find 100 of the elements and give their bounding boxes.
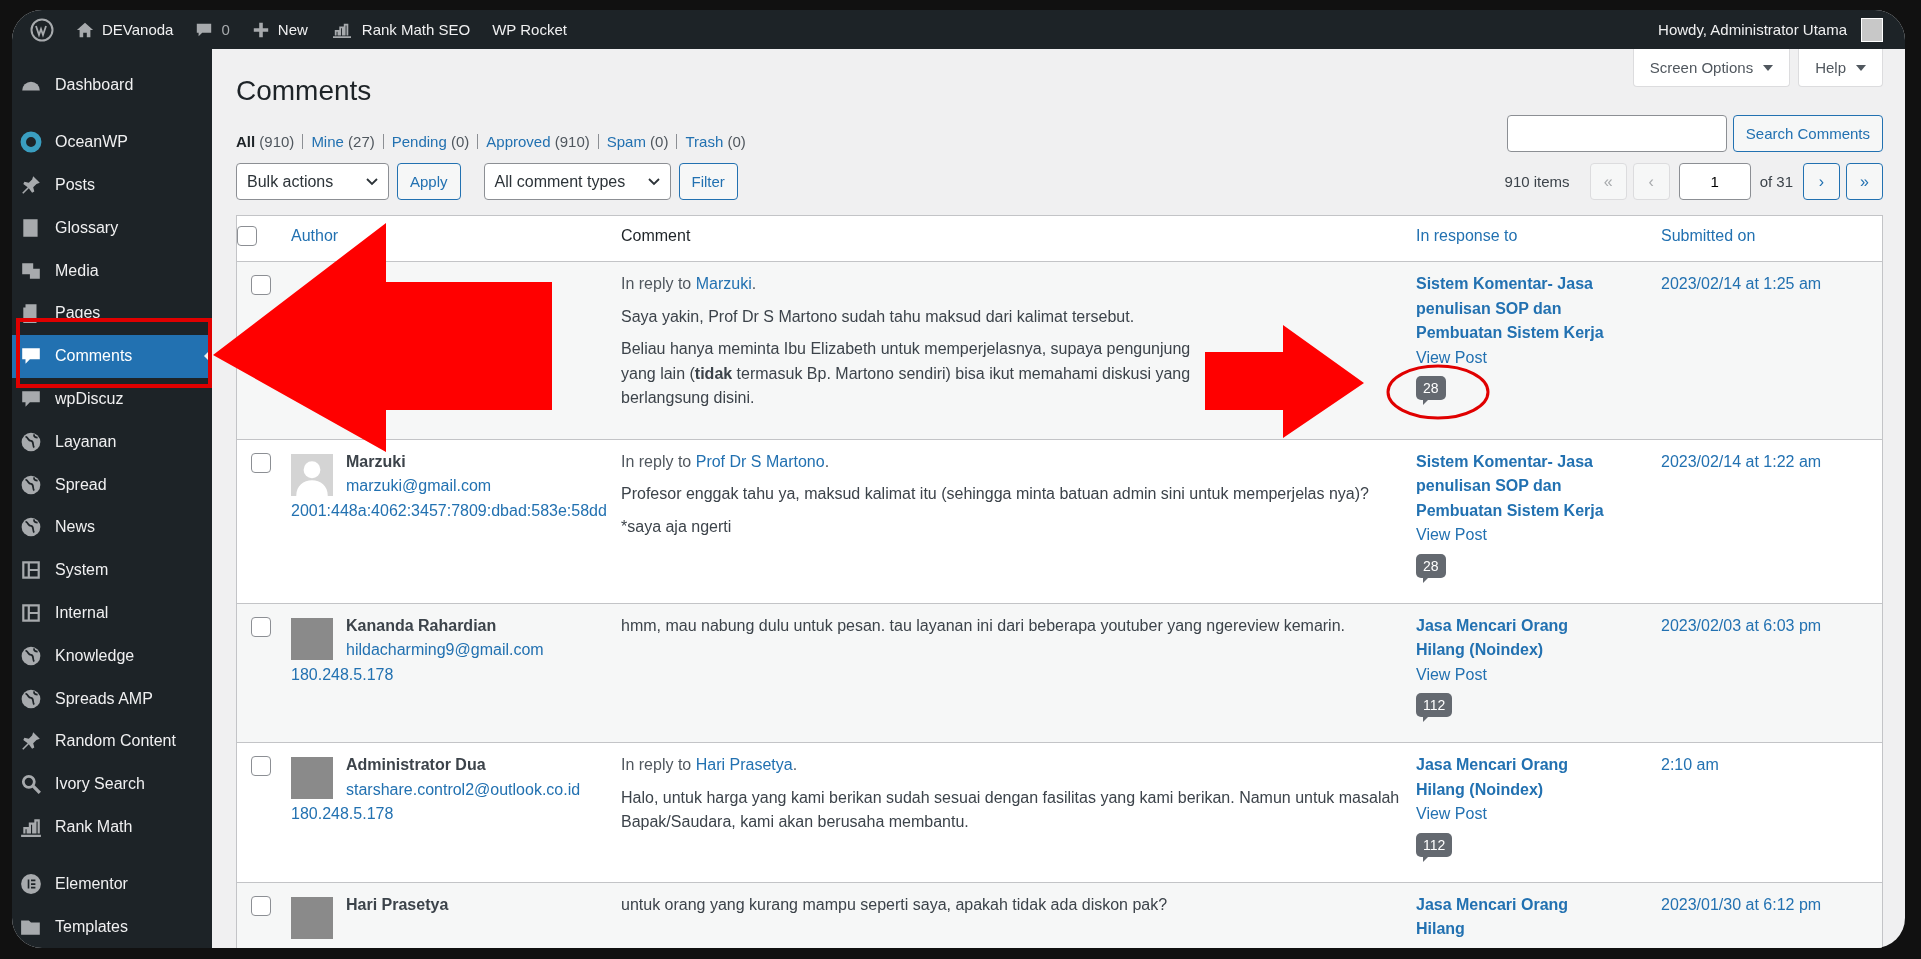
sidebar-menu-item[interactable]: Internal xyxy=(12,591,212,635)
comment-text: Beliau hanya meminta Ibu Elizabeth untuk memperjelasnya, supaya pengunjung yang lain (tidak termasuk Bp. Martono sendiri) bisa ikut memahami diskusi yang berlangsung disini. xyxy=(621,339,1192,408)
comments-count-link[interactable]: 0 xyxy=(195,20,230,39)
column-header[interactable]: Author xyxy=(291,227,339,244)
search-comments-button[interactable]: Search Comments xyxy=(1732,115,1883,152)
author-name: Hari Prasetya xyxy=(346,894,450,915)
author-ip-link[interactable]: 180.248.5.178 xyxy=(291,662,613,687)
view-post-link[interactable]: View Post xyxy=(1416,662,1613,687)
avatar-photo-placeholder xyxy=(291,757,333,799)
status-filter-link[interactable]: Trash (0) xyxy=(685,133,746,150)
avatar-photo-placeholder xyxy=(291,896,333,939)
sidebar-menu-item[interactable]: OceanWP xyxy=(12,120,212,164)
comment-types-dropdown[interactable]: All comment types xyxy=(483,163,671,200)
post-title-link[interactable]: Sistem Komentar- Jasa penulisan SOP dan Pembuatan Sistem Kerja xyxy=(1416,272,1613,346)
ring-icon xyxy=(20,131,42,154)
author-email-link[interactable]: hildacharming9@gmail.com xyxy=(346,638,613,663)
row-checkbox[interactable] xyxy=(251,756,271,776)
globe-icon xyxy=(20,687,42,710)
sidebar-menu-item[interactable]: Random Content xyxy=(12,719,212,763)
view-post-link[interactable]: View Post xyxy=(1416,345,1613,370)
row-checkbox[interactable] xyxy=(251,275,271,295)
reply-author-link[interactable]: Hari Prasetya xyxy=(695,756,793,773)
screen-meta-tab[interactable]: Help xyxy=(1798,49,1883,87)
view-post-link[interactable]: View Post xyxy=(1416,523,1613,548)
status-filter-link[interactable]: Mine (27) xyxy=(311,133,375,150)
column-header: Comment xyxy=(621,227,691,244)
sidebar-menu-item[interactable]: System xyxy=(12,548,212,592)
sidebar-menu-item[interactable]: Spread xyxy=(12,463,212,506)
reply-author-link[interactable]: Prof Dr S Martono xyxy=(695,452,825,470)
sidebar-menu-item[interactable]: Media xyxy=(12,249,212,292)
home-icon xyxy=(76,20,94,39)
account-menu[interactable]: Howdy, Administrator Utama xyxy=(1658,17,1883,42)
sidebar-menu-item[interactable]: Rank Math xyxy=(12,805,212,849)
post-title-link[interactable]: Jasa Mencari Orang Hilang (Noindex) xyxy=(1416,613,1613,663)
column-header[interactable]: In response to xyxy=(1416,227,1518,244)
row-checkbox[interactable] xyxy=(251,616,271,637)
wordpress-logo-icon[interactable] xyxy=(30,17,54,42)
submitted-date-link[interactable]: 2023/02/03 at 6:03 pm xyxy=(1661,616,1822,634)
filter-button[interactable]: Filter xyxy=(678,163,738,200)
globe-icon xyxy=(20,473,42,496)
submitted-date-link[interactable]: 2023/02/14 at 1:25 am xyxy=(1661,275,1822,292)
sidebar-menu-item[interactable]: Posts xyxy=(12,163,212,207)
comment-text: Saya yakin, Prof Dr S Martono sudah tahu maksud dari kalimat tersebut. xyxy=(621,306,1136,327)
sidebar-menu-item[interactable]: Glossary xyxy=(12,206,212,250)
globe-icon xyxy=(20,516,42,539)
sidebar-menu-item[interactable]: Ivory Search xyxy=(12,762,212,806)
status-filter-link[interactable]: Spam (0) xyxy=(606,133,669,150)
author-ip-link[interactable]: 180.248.5.178 xyxy=(291,802,613,827)
apply-button[interactable]: Apply xyxy=(397,163,461,200)
current-page-field[interactable]: 1 xyxy=(1678,163,1751,200)
author-name: Marzuki xyxy=(346,451,407,472)
wp-rocket-link[interactable]: WP Rocket xyxy=(492,21,567,38)
sidebar-menu-item[interactable]: Knowledge xyxy=(12,634,212,678)
chevron-down-icon xyxy=(647,177,660,186)
author-name: Kananda Rahardian xyxy=(346,615,498,636)
comment-text: untuk orang yang kurang mampu seperti saya, apakah tidak ada diskon pak? xyxy=(621,894,1169,915)
screen-meta-tab[interactable]: Screen Options xyxy=(1632,49,1791,87)
column-header[interactable]: Submitted on xyxy=(1661,227,1756,244)
new-content-link[interactable]: New xyxy=(251,20,308,39)
sidebar-menu-item[interactable]: Templates xyxy=(12,905,212,948)
post-title-link[interactable]: Jasa Mencari Orang Hilang xyxy=(1416,892,1613,942)
view-post-link[interactable]: View Post xyxy=(1416,802,1613,827)
sidebar-menu-item[interactable]: Layanan xyxy=(12,420,212,464)
sidebar-menu-item[interactable]: News xyxy=(12,505,212,549)
submitted-date-link[interactable]: 2023/01/30 at 6:12 pm xyxy=(1661,895,1822,913)
sidebar-menu-item[interactable]: Elementor xyxy=(12,862,212,906)
author-name: Administrator Dua xyxy=(346,755,487,775)
row-checkbox[interactable] xyxy=(251,452,271,473)
post-title-link[interactable]: Sistem Komentar- Jasa penulisan SOP dan Pembuatan Sistem Kerja xyxy=(1416,449,1613,523)
comment-text: Halo, untuk harga yang kami berikan sudah sesuai dengan fasilitas yang kami berikan. Namun untuk masalah Bapak/Saudara, kami akan berusaha membantu. xyxy=(621,787,1401,832)
row-checkbox[interactable] xyxy=(251,895,271,916)
status-filter-link[interactable]: Pending (0) xyxy=(391,133,470,150)
sidebar-menu-item[interactable]: wpDiscuz xyxy=(12,377,212,421)
page-nav-button[interactable]: » xyxy=(1846,163,1883,200)
sidebar-menu-item[interactable]: Spreads AMP xyxy=(12,677,212,720)
pin-icon xyxy=(20,174,42,196)
status-filter-link[interactable]: Approved (910) xyxy=(486,133,590,150)
bulk-actions-dropdown[interactable]: Bulk actions xyxy=(236,163,389,200)
reply-author-link[interactable]: Marzuki xyxy=(695,275,752,292)
site-name-link[interactable]: DEVanoda xyxy=(76,20,174,39)
search-icon xyxy=(20,773,42,796)
chevron-down-icon xyxy=(366,177,378,186)
sidebar-menu-item[interactable]: Dashboard xyxy=(12,64,212,107)
rank-math-link[interactable]: Rank Math SEO xyxy=(329,20,471,39)
author-ip-link[interactable]: 2001:448a:4062:3457:7809:dbad:583e:58dd xyxy=(291,498,613,523)
comment-text: *saya aja ngerti xyxy=(621,516,733,537)
select-all-checkbox[interactable] xyxy=(237,226,257,246)
page-nav-button[interactable]: › xyxy=(1803,163,1840,200)
search-field[interactable] xyxy=(1506,115,1727,152)
submitted-date-link[interactable]: 2:10 am xyxy=(1661,756,1719,773)
comment-text: hmm, mau nabung dulu untuk pesan. tau layanan ini dari beberapa youtuber yang ngereview kemarin. xyxy=(621,615,1346,636)
caret-icon xyxy=(1856,64,1866,71)
avatar-photo-placeholder xyxy=(291,617,333,660)
author-email-link[interactable]: marzuki@gmail.com xyxy=(346,474,613,499)
status-filter-link[interactable]: All (910) xyxy=(236,133,295,150)
author-email-link[interactable]: starshare.control2@outlook.co.id xyxy=(346,777,613,802)
submitted-date-link[interactable]: 2023/02/14 at 1:22 am xyxy=(1661,452,1822,470)
in-reply-to-text: In reply to Prof Dr S Martono. xyxy=(621,451,831,472)
post-title-link[interactable]: Jasa Mencari Orang Hilang (Noindex) xyxy=(1416,753,1613,802)
total-pages-label: of 31 xyxy=(1759,173,1793,190)
